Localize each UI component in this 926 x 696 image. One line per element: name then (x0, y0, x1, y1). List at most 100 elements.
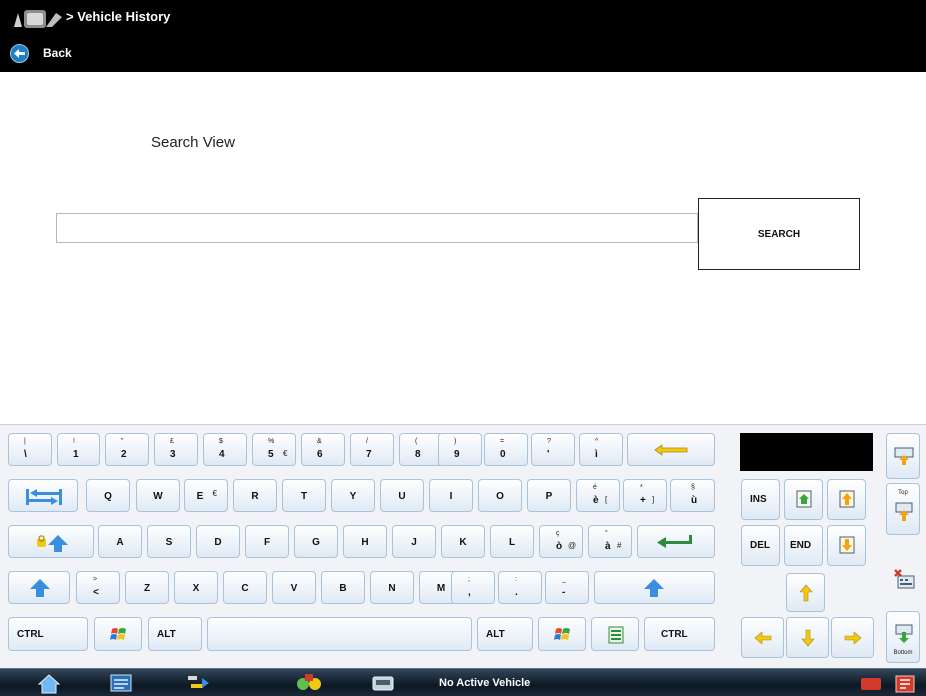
key-9[interactable]: ) 9 (438, 433, 482, 466)
key-arrow-up[interactable] (786, 573, 825, 612)
key-left-ctrl[interactable]: CTRL (8, 617, 88, 651)
keyboard-move-up-button[interactable] (886, 433, 920, 479)
key-right-windows[interactable] (538, 617, 586, 651)
key-backslash[interactable]: | \ (8, 433, 52, 466)
key-end[interactable]: END (784, 525, 823, 566)
key-plus[interactable]: * +] (623, 479, 667, 512)
key-char: T (300, 491, 308, 502)
key-i-grave[interactable]: ^ ì (579, 433, 623, 466)
settings-button[interactable] (892, 672, 918, 694)
key-left-alt[interactable]: ALT (148, 617, 202, 651)
back-button[interactable]: Back (10, 42, 72, 64)
key-n[interactable]: N (370, 571, 414, 604)
key-a-grave[interactable]: ° à # (588, 525, 632, 558)
record-button[interactable] (858, 672, 884, 694)
key-char: 7 (366, 449, 372, 460)
key-4[interactable]: $4 (203, 433, 247, 466)
keyboard-top-button[interactable]: Top (886, 483, 920, 535)
page-down-icon (839, 536, 855, 554)
key-5[interactable]: % 5 € (252, 433, 296, 466)
key-o[interactable]: O (478, 479, 522, 512)
key-alt-char: € (283, 449, 288, 458)
key-less-than[interactable]: > < (76, 571, 120, 604)
key-e[interactable]: E € (184, 479, 228, 512)
key-char: F (263, 537, 271, 548)
key-space[interactable] (207, 617, 472, 651)
key-page-down[interactable] (827, 525, 866, 566)
key-shift-char: % (268, 438, 275, 445)
key-arrow-left[interactable] (741, 617, 784, 658)
key-v[interactable]: V (272, 571, 316, 604)
search-button[interactable]: SEARCH (698, 198, 860, 270)
key-shift-char: ? (547, 438, 551, 445)
search-input[interactable] (56, 213, 698, 243)
key-u-grave[interactable]: § ù (670, 479, 715, 512)
key-g[interactable]: G (294, 525, 338, 558)
key-s[interactable]: S (147, 525, 191, 558)
key-j[interactable]: J (392, 525, 436, 558)
home-button[interactable] (36, 672, 62, 694)
key-arrow-right[interactable] (831, 617, 874, 658)
key-comma[interactable]: ;, (451, 571, 495, 604)
tools-button[interactable] (185, 672, 211, 694)
vehicle-button[interactable] (370, 672, 396, 694)
key-menu[interactable] (591, 617, 639, 651)
key-right-shift[interactable] (594, 571, 715, 604)
key-k[interactable]: K (441, 525, 485, 558)
keyboard-bottom-button[interactable]: Bottom (886, 611, 920, 663)
key-c[interactable]: C (223, 571, 267, 604)
key-w[interactable]: W (136, 479, 180, 512)
key-char: 1 (73, 449, 79, 460)
key-right-alt[interactable]: ALT (477, 617, 533, 651)
key-b[interactable]: B (321, 571, 365, 604)
key-char: C (241, 583, 249, 594)
key-right-ctrl[interactable]: CTRL (644, 617, 715, 651)
key-shift-char: " (121, 438, 124, 445)
data-manager-button[interactable] (108, 672, 134, 694)
key-home[interactable] (784, 479, 823, 520)
key-shift-char: ç (556, 530, 560, 537)
key-u[interactable]: U (380, 479, 424, 512)
key-o-grave[interactable]: ç ò @ (539, 525, 583, 558)
vehicle-scanner-button[interactable] (295, 672, 321, 694)
key-z[interactable]: Z (125, 571, 169, 604)
key-l[interactable]: L (490, 525, 534, 558)
key-tab[interactable] (8, 479, 78, 512)
key-a[interactable]: A (98, 525, 142, 558)
key-arrow-down[interactable] (786, 617, 829, 658)
key-char: \ (24, 449, 27, 460)
key-3[interactable]: £3 (154, 433, 198, 466)
key-f[interactable]: F (245, 525, 289, 558)
key-enter[interactable] (637, 525, 715, 558)
key-period[interactable]: :. (498, 571, 542, 604)
key-caps-lock[interactable] (8, 525, 94, 558)
key-2[interactable]: " 2 (105, 433, 149, 466)
key-y[interactable]: Y (331, 479, 375, 512)
key-d[interactable]: D (196, 525, 240, 558)
key-0[interactable]: = 0 (484, 433, 528, 466)
key-7[interactable]: /7 (350, 433, 394, 466)
key-backspace[interactable] (627, 433, 715, 466)
key-minus[interactable]: _ - (545, 571, 589, 604)
key-h[interactable]: H (343, 525, 387, 558)
key-char: 4 (219, 449, 225, 460)
keyboard-close-button[interactable] (886, 555, 920, 607)
key-1[interactable]: ! 1 (57, 433, 100, 466)
key-t[interactable]: T (282, 479, 326, 512)
key-char: ' (547, 449, 550, 460)
key-label: CTRL (661, 628, 688, 640)
key-x[interactable]: X (174, 571, 218, 604)
key-del[interactable]: DEL (741, 525, 780, 566)
key-left-windows[interactable] (94, 617, 142, 651)
key-r[interactable]: R (233, 479, 277, 512)
key-page-up[interactable] (827, 479, 866, 520)
key-p[interactable]: P (527, 479, 571, 512)
key-8[interactable]: (8 (399, 433, 443, 466)
key-apostrophe[interactable]: ? ' (531, 433, 575, 466)
key-6[interactable]: & 6 (301, 433, 345, 466)
key-i[interactable]: I (429, 479, 473, 512)
key-left-shift[interactable] (8, 571, 70, 604)
key-e-grave[interactable]: é è [ (576, 479, 620, 512)
key-ins[interactable]: INS (741, 479, 780, 520)
key-q[interactable]: Q (86, 479, 130, 512)
